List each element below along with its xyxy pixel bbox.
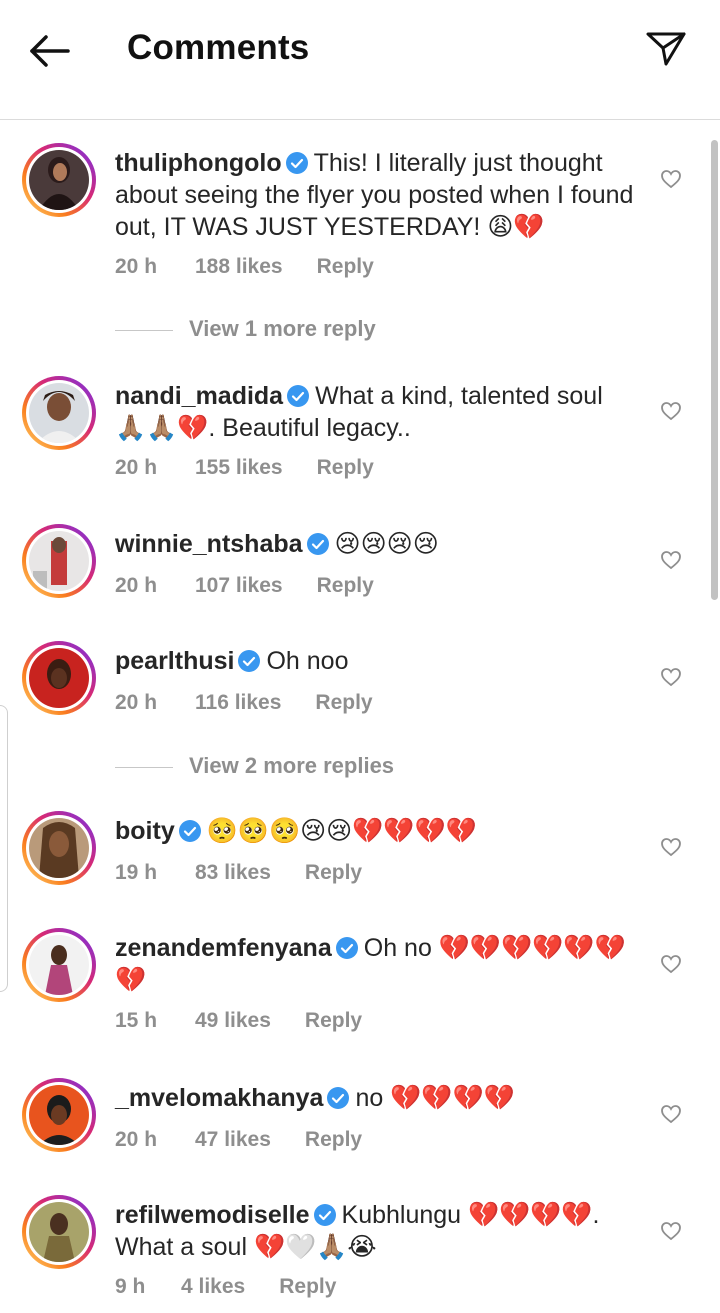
comment-username[interactable]: refilwemodiselle — [115, 1201, 310, 1229]
profile-photo — [29, 818, 89, 878]
comment-username[interactable]: nandi_madida — [115, 382, 283, 410]
comment-time: 9 h — [115, 1275, 146, 1298]
avatar[interactable] — [22, 1195, 96, 1269]
like-heart-icon[interactable] — [660, 549, 682, 571]
divider-line — [115, 767, 173, 768]
comment-likes[interactable]: 107 likes — [195, 574, 283, 598]
comment-time: 20 h — [115, 255, 158, 278]
like-heart-icon[interactable] — [660, 666, 682, 688]
profile-photo — [29, 935, 89, 995]
avatar[interactable] — [22, 143, 96, 217]
reply-button[interactable]: Reply — [315, 691, 372, 715]
comment-meta: 20 h 155 likes Reply — [115, 456, 374, 480]
profile-photo — [29, 1085, 89, 1145]
comment-likes[interactable]: 188 likes — [195, 255, 283, 279]
verified-badge-icon — [306, 533, 329, 555]
comment-text: Oh noo — [266, 647, 349, 675]
view-more-label: View 1 more reply — [189, 316, 376, 341]
verified-badge-icon — [285, 152, 308, 174]
verified-badge-icon — [327, 1087, 350, 1109]
profile-photo — [29, 1202, 89, 1262]
comment-time: 20 h — [115, 456, 158, 479]
comment-likes[interactable]: 83 likes — [195, 861, 271, 885]
avatar[interactable] — [22, 641, 96, 715]
back-button[interactable] — [26, 28, 72, 74]
view-more-label: View 2 more replies — [189, 753, 395, 778]
view-more-replies[interactable]: View 2 more replies — [115, 753, 515, 783]
comment-meta: 20 h 188 likes Reply — [115, 255, 374, 279]
comment-likes[interactable]: 155 likes — [195, 456, 283, 480]
comment-username[interactable]: boity — [115, 817, 175, 845]
comment-username[interactable]: _mvelomakhanya — [115, 1084, 323, 1112]
divider-line — [115, 330, 173, 331]
reply-button[interactable]: Reply — [279, 1275, 336, 1299]
comment-meta: 15 h 49 likes Reply — [115, 1009, 362, 1033]
avatar[interactable] — [22, 928, 96, 1002]
comment-meta: 20 h 107 likes Reply — [115, 574, 374, 598]
verified-badge-icon — [238, 650, 261, 672]
avatar[interactable] — [22, 1078, 96, 1152]
comment-likes[interactable]: 4 likes — [181, 1275, 245, 1299]
comment-list[interactable]: thuliphongolo This! I literally just thou… — [0, 121, 720, 1313]
reply-button[interactable]: Reply — [305, 861, 362, 885]
reply-button[interactable]: Reply — [305, 1128, 362, 1152]
verified-badge-icon — [178, 820, 201, 842]
reply-button[interactable]: Reply — [305, 1009, 362, 1033]
verified-badge-icon — [335, 937, 358, 959]
comment-likes[interactable]: 47 likes — [195, 1128, 271, 1152]
profile-photo — [29, 531, 89, 591]
comment-likes[interactable]: 49 likes — [195, 1009, 271, 1033]
comment-time: 19 h — [115, 861, 158, 884]
reply-button[interactable]: Reply — [317, 574, 374, 598]
comment-likes[interactable]: 116 likes — [195, 691, 281, 715]
page-title: Comments — [127, 28, 310, 67]
comment-text: 🥺🥺🥺😢😢💔💔💔💔 — [206, 817, 477, 845]
header-bar: Comments — [0, 0, 720, 120]
comment-meta: 9 h 4 likes Reply — [115, 1275, 336, 1299]
like-heart-icon[interactable] — [660, 953, 682, 975]
comment-time: 20 h — [115, 1128, 158, 1151]
like-heart-icon[interactable] — [660, 168, 682, 190]
comment-time: 20 h — [115, 691, 158, 714]
comment-username[interactable]: pearlthusi — [115, 647, 234, 675]
comment-text: 😢😢😢😢 — [334, 530, 439, 558]
edge-panel-handle[interactable] — [0, 705, 8, 992]
profile-photo — [29, 648, 89, 708]
scrollbar[interactable] — [711, 140, 718, 600]
comment-username[interactable]: winnie_ntshaba — [115, 530, 303, 558]
avatar[interactable] — [22, 524, 96, 598]
arrow-left-icon — [30, 35, 70, 67]
verified-badge-icon — [287, 385, 310, 407]
comment-meta: 20 h 47 likes Reply — [115, 1128, 362, 1152]
like-heart-icon[interactable] — [660, 836, 682, 858]
comment-meta: 20 h 116 likes Reply — [115, 691, 373, 715]
verified-badge-icon — [313, 1204, 336, 1226]
like-heart-icon[interactable] — [660, 400, 682, 422]
like-heart-icon[interactable] — [660, 1220, 682, 1242]
reply-button[interactable]: Reply — [317, 255, 374, 279]
comment-time: 15 h — [115, 1009, 158, 1032]
paper-plane-icon — [646, 32, 686, 66]
reply-button[interactable]: Reply — [317, 456, 374, 480]
view-more-replies[interactable]: View 1 more reply — [115, 316, 515, 346]
comment-username[interactable]: zenandemfenyana — [115, 934, 332, 962]
profile-photo — [29, 150, 89, 210]
avatar[interactable] — [22, 811, 96, 885]
comment-username[interactable]: thuliphongolo — [115, 149, 282, 177]
avatar[interactable] — [22, 376, 96, 450]
share-button[interactable] — [644, 26, 688, 70]
comment-time: 20 h — [115, 574, 158, 597]
profile-photo — [29, 383, 89, 443]
comment-text: no 💔💔💔💔 — [355, 1084, 515, 1112]
like-heart-icon[interactable] — [660, 1103, 682, 1125]
comment-meta: 19 h 83 likes Reply — [115, 861, 362, 885]
